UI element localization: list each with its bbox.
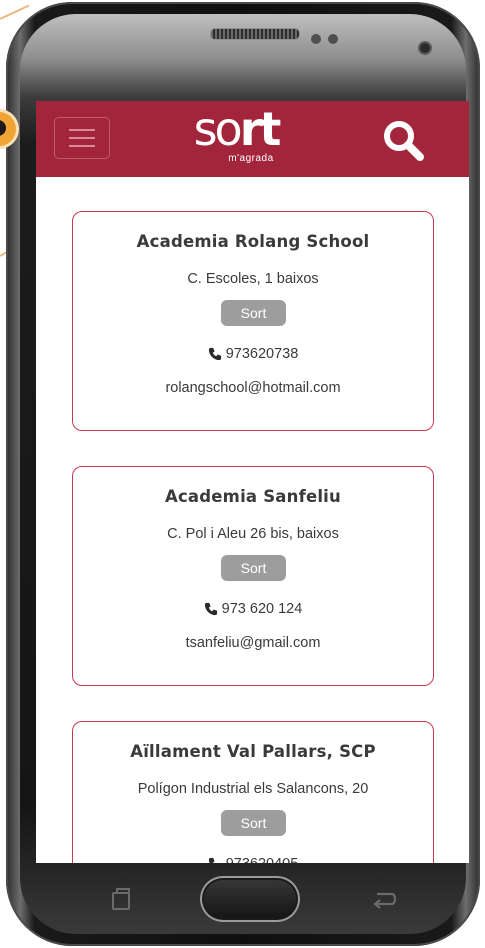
logo-wordmark: sort	[186, 105, 286, 153]
listing-phone: 973620738	[225, 346, 299, 362]
app-header: sort m'agrada	[36, 101, 469, 177]
logo-text-bold: rt	[239, 102, 282, 156]
town-badge[interactable]: Sort	[221, 810, 286, 836]
listing-name: Academia Sanfeliu	[164, 487, 341, 506]
listing-card[interactable]: Academia Sanfeliu C. Pol i Aleu 26 bis, …	[72, 466, 434, 686]
search-icon	[384, 121, 424, 161]
listing-address: C. Pol i Aleu 26 bis, baixos	[167, 526, 339, 542]
menu-button[interactable]	[54, 117, 110, 159]
listing-card[interactable]: Aïllament Val Pallars, SCP Polígon Indus…	[72, 721, 434, 863]
listing-card[interactable]: Academia Rolang School C. Escoles, 1 bai…	[72, 211, 434, 431]
app-logo[interactable]: sort m'agrada	[186, 105, 286, 171]
listing-phone-link[interactable]: 973620405	[73, 856, 433, 863]
home-button[interactable]	[200, 876, 300, 922]
phone-screen: sort m'agrada Academia Rolang School C. …	[36, 101, 469, 863]
listing-email[interactable]: tsanfeliu@gmail.com	[73, 635, 433, 651]
proximity-sensor	[311, 34, 321, 44]
recent-apps-icon[interactable]	[112, 888, 130, 910]
listing-phone-link[interactable]: 973 620 124	[73, 601, 433, 617]
back-icon[interactable]	[368, 888, 400, 910]
town-badge[interactable]: Sort	[221, 555, 286, 581]
hamburger-icon-bar	[69, 145, 95, 147]
phone-icon	[208, 347, 221, 361]
phone-icon	[204, 602, 217, 616]
listing-phone-link[interactable]: 973620738	[73, 346, 433, 362]
listing-phone: 973 620 124	[221, 601, 303, 617]
callout-line	[0, 4, 30, 20]
listing-address: Polígon Industrial els Salancons, 20	[137, 781, 369, 797]
page: sort m'agrada Academia Rolang School C. …	[0, 0, 485, 948]
phone-icon	[208, 857, 215, 863]
front-camera	[420, 43, 430, 53]
hamburger-icon-bar	[69, 129, 95, 131]
back-arrow-icon	[373, 892, 397, 909]
hamburger-icon-bar	[69, 137, 95, 139]
search-button[interactable]	[378, 117, 428, 163]
town-badge[interactable]: Sort	[221, 300, 286, 326]
listing-email[interactable]: rolangschool@hotmail.com	[73, 380, 433, 396]
listing-name: Aïllament Val Pallars, SCP	[130, 742, 376, 761]
light-sensor	[328, 34, 338, 44]
earpiece-grille	[210, 28, 300, 40]
listing-phone: 973620405	[226, 856, 299, 863]
listing-address: C. Escoles, 1 baixos	[187, 271, 319, 287]
logo-text-light: so	[193, 102, 243, 156]
listing-name: Academia Rolang School	[136, 232, 370, 251]
